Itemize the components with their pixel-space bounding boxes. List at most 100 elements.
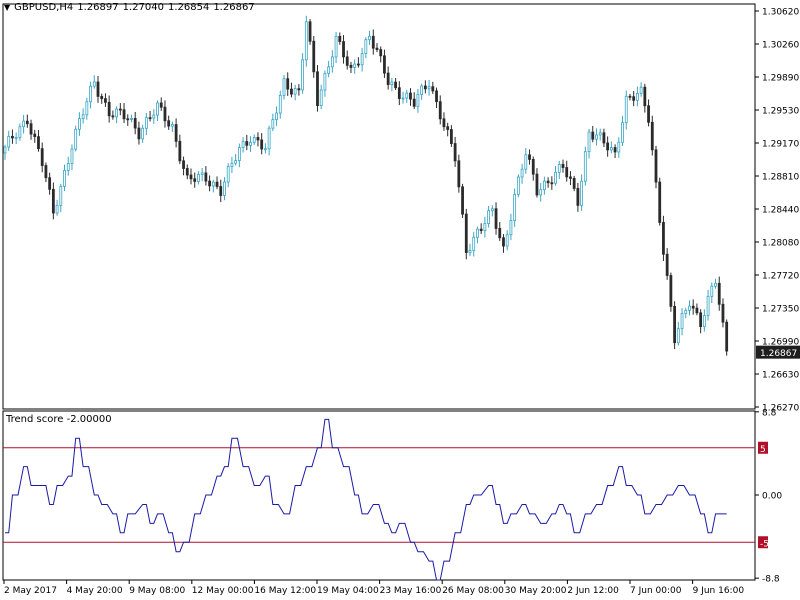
price-tick-label: 1.27350	[762, 305, 799, 315]
bull-candle	[680, 313, 684, 330]
bear-candle	[606, 142, 610, 151]
high-value: 1.27040	[122, 2, 164, 13]
bear-candle	[182, 160, 185, 169]
bear-candle	[48, 177, 52, 190]
bear-candle	[435, 90, 438, 103]
bear-candle	[51, 188, 55, 214]
bull-candle	[468, 250, 472, 253]
bear-candle	[561, 164, 565, 168]
price-tick-label: 1.27720	[762, 272, 799, 282]
bear-candle	[725, 321, 729, 352]
bear-candle	[107, 101, 111, 117]
bull-candle	[74, 128, 78, 150]
bear-candle	[394, 81, 398, 89]
bear-candle	[431, 86, 435, 92]
bull-candle	[710, 285, 714, 297]
bear-candle	[665, 253, 669, 276]
bear-candle	[662, 222, 665, 255]
bear-candle	[535, 173, 539, 196]
bear-candle	[245, 141, 249, 146]
chart-canvas: 1.30620 1.30260 1.29890 1.29530 1.29170 1.288…	[2, 3, 800, 596]
price-tick-label: 1.29890	[762, 74, 799, 84]
bull-candle	[144, 117, 148, 129]
bear-candle	[673, 305, 676, 344]
bull-candle	[684, 309, 688, 314]
indicator-tick-label: 0.00	[762, 492, 782, 502]
price-tick-label: 1.28810	[762, 173, 799, 183]
bear-candle	[159, 102, 163, 108]
bull-candle	[89, 85, 92, 103]
bear-candle	[40, 148, 44, 166]
indicator-title: Trend score -2.00000	[6, 414, 112, 425]
bull-candle	[621, 122, 624, 143]
bear-candle	[643, 86, 647, 107]
bull-candle	[275, 112, 278, 120]
bear-candle	[461, 186, 464, 215]
bull-candle	[170, 124, 174, 127]
bear-candle	[137, 127, 141, 140]
indicator-level-label: -5	[760, 539, 769, 549]
bull-candle	[636, 93, 639, 101]
price-tick-label: 1.30260	[762, 41, 799, 51]
bull-candle	[66, 163, 70, 171]
bear-candle	[312, 40, 316, 73]
bull-candle	[78, 118, 81, 130]
bull-candle	[293, 88, 297, 95]
bear-candle	[546, 180, 550, 184]
bear-candle	[409, 92, 412, 100]
bull-candle	[141, 127, 145, 140]
bear-candle	[25, 120, 29, 125]
time-tick-label: 26 May 08:00	[442, 586, 504, 596]
bear-candle	[669, 275, 673, 307]
bull-candle	[223, 181, 226, 196]
price-tick-label: 1.29530	[762, 107, 799, 117]
bull-candle	[472, 236, 476, 251]
bear-candle	[286, 78, 290, 90]
bear-candle	[576, 188, 580, 206]
bear-candle	[531, 159, 535, 175]
bear-candle	[133, 118, 137, 129]
bear-candle	[479, 228, 483, 231]
time-tick-label: 16 May 12:00	[254, 586, 316, 596]
bull-candle	[543, 180, 546, 191]
bull-candle	[55, 204, 59, 214]
bear-candle	[193, 178, 197, 182]
bear-candle	[565, 167, 569, 178]
bull-candle	[115, 108, 118, 118]
bull-candle	[427, 86, 431, 90]
bear-candle	[96, 81, 100, 97]
bear-candle	[126, 118, 130, 121]
bull-candle	[516, 176, 520, 195]
bull-candle	[249, 141, 252, 146]
price-tick-label: 1.29170	[762, 140, 799, 150]
bull-candle	[278, 94, 282, 114]
bear-candle	[446, 126, 450, 130]
dropdown-arrow-icon[interactable]: ▼	[4, 3, 10, 12]
bull-candle	[323, 72, 327, 91]
bull-candle	[702, 315, 706, 328]
bull-candle	[487, 210, 491, 224]
bear-candle	[695, 307, 699, 314]
bear-candle	[383, 55, 386, 74]
bear-candle	[371, 35, 375, 49]
bear-candle	[189, 174, 193, 180]
price-tick-label: 1.28080	[762, 239, 799, 249]
bear-candle	[375, 47, 379, 50]
bull-candle	[211, 181, 215, 187]
bull-candle	[598, 132, 602, 136]
time-tick-label: 9 Jun 16:00	[693, 586, 745, 596]
bear-candle	[33, 133, 37, 138]
bull-candle	[301, 59, 305, 91]
bull-candle	[405, 92, 409, 99]
bull-candle	[63, 170, 66, 187]
bear-candle	[379, 49, 383, 57]
bear-candle	[148, 117, 152, 120]
bull-candle	[520, 168, 524, 178]
bull-candle	[7, 135, 11, 148]
bear-candle	[122, 109, 126, 120]
bull-candle	[401, 97, 405, 100]
bear-candle	[345, 56, 349, 66]
bull-candle	[539, 189, 543, 196]
bear-candle	[204, 172, 208, 182]
current-price-label: 1.26867	[760, 349, 797, 359]
